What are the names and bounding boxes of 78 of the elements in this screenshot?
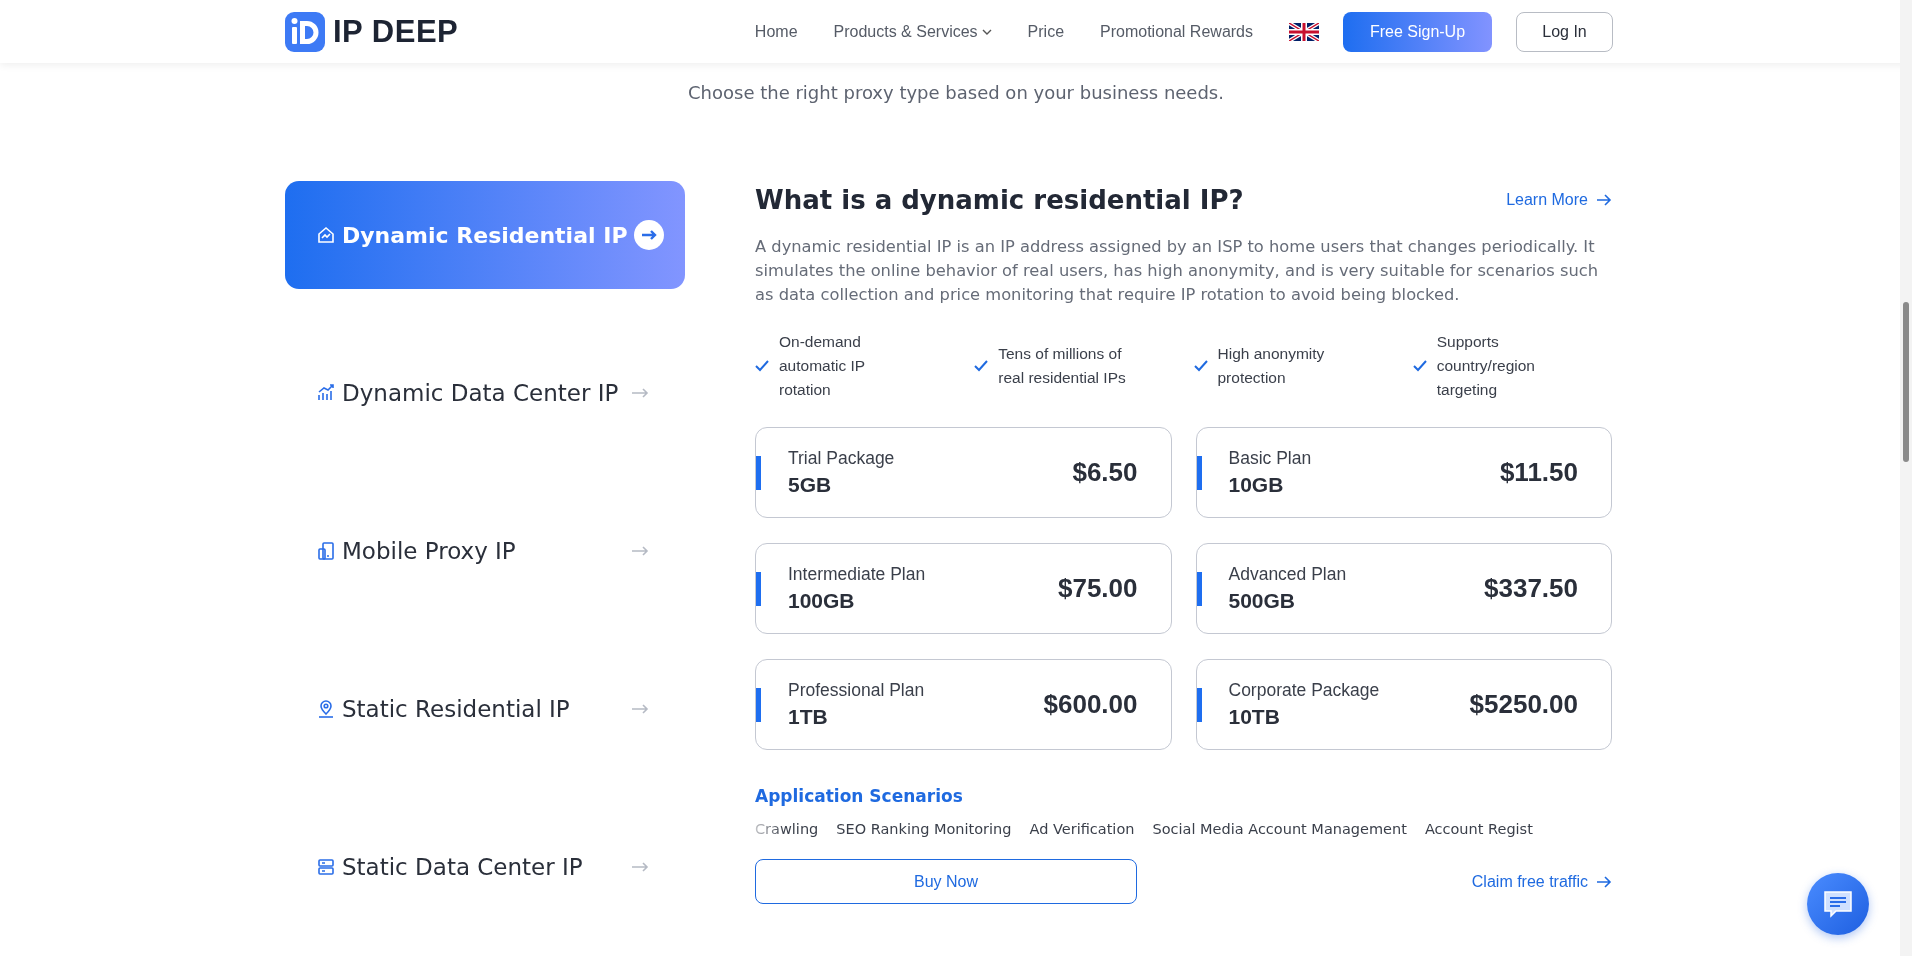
sign-up-button[interactable]: Free Sign-Up <box>1343 11 1492 52</box>
plan-price: $600.00 <box>1043 689 1138 720</box>
description-text: A dynamic residential IP is an IP address assigned by an ISP to home users that changes periodically. It simulates the online behavior of real users, has high anonymity, and is very suitable for scenarios such as data collection and price monitoring that require IP rotation to avoid being blocked. <box>755 236 1600 306</box>
scenario-label: Crawling <box>755 821 819 837</box>
plan-card[interactable]: Advanced Plan 500GB $337.50 <box>1195 543 1612 634</box>
nav-dropdown[interactable]: Products & Services <box>833 22 992 41</box>
plan-card[interactable]: Trial Package 5GB $6.50 <box>755 427 1172 518</box>
nav-link[interactable]: Promotional Rewards <box>1100 22 1253 41</box>
feature-text: Tens of millions of real residential IPs <box>998 344 1127 388</box>
chat-button[interactable] <box>1807 873 1869 935</box>
nav-link[interactable]: Price <box>1027 22 1065 41</box>
plan-amount: 5GB <box>788 473 833 497</box>
plan-card[interactable]: Basic Plan 10GB $11.50 <box>1195 427 1612 518</box>
tab-label: Dynamic Residential IP <box>342 222 628 248</box>
plan-name: Trial Package <box>788 448 895 469</box>
location-pin-icon <box>316 699 336 719</box>
learn-more-link[interactable]: Learn More <box>1506 191 1612 209</box>
plan-amount: 1TB <box>788 705 829 729</box>
feature-text: On-demand automatic IP rotation <box>779 332 866 400</box>
arrow-icon <box>1596 875 1612 888</box>
tab-label: Mobile Proxy IP <box>342 538 516 564</box>
buy-now-button[interactable]: Buy Now <box>755 859 1137 904</box>
proxy-type-tab[interactable]: Static Data Center IP <box>285 813 685 921</box>
plan-price: $11.50 <box>1499 457 1578 488</box>
plan-amount: 10TB <box>1228 705 1281 729</box>
section-title: What is a dynamic residential IP? <box>755 185 1244 215</box>
chat-icon <box>1822 889 1854 919</box>
check-icon <box>974 360 989 372</box>
plan-card[interactable]: Corporate Package 10TB $5250.00 <box>1195 659 1612 750</box>
phone-icon <box>316 541 336 561</box>
proxy-type-tab[interactable]: Dynamic Data Center IP <box>285 339 685 447</box>
plan-name: Basic Plan <box>1228 448 1312 469</box>
tab-label: Static Residential IP <box>342 696 570 722</box>
plan-price: $5250.00 <box>1469 689 1578 720</box>
scenario-label: Social Media Account Management <box>1152 821 1407 837</box>
arrow-icon <box>631 862 649 872</box>
proxy-type-tab[interactable]: Static Residential IP <box>285 655 685 763</box>
logo-text[interactable]: IP DEEP <box>333 13 459 50</box>
plan-price: $75.00 <box>1057 573 1138 604</box>
log-in-button[interactable]: Log In <box>1516 11 1613 52</box>
caret-icon <box>981 28 992 35</box>
scenario-label: Ad Verification <box>1029 821 1135 837</box>
claim-traffic-link[interactable]: Claim free traffic <box>1471 872 1612 891</box>
section-subtitle: Choose the right proxy type based on your business needs. <box>687 82 1225 103</box>
arrow-icon <box>631 704 649 714</box>
flag-icon[interactable] <box>1289 22 1319 41</box>
plan-name: Advanced Plan <box>1228 564 1347 585</box>
plan-name: Intermediate Plan <box>788 564 926 585</box>
tab-label: Static Data Center IP <box>342 854 583 880</box>
plan-price: $6.50 <box>1072 457 1138 488</box>
feature-text: High anonymity protection <box>1217 344 1326 388</box>
plan-amount: 10GB <box>1228 473 1285 497</box>
arrow-icon <box>1596 194 1612 206</box>
server-icon <box>316 857 336 877</box>
logo-icon[interactable] <box>285 11 325 52</box>
check-icon <box>1193 360 1208 372</box>
scrollbar[interactable] <box>1900 0 1912 956</box>
proxy-type-tab[interactable]: Mobile Proxy IP <box>285 497 685 605</box>
plan-card[interactable]: Professional Plan 1TB $600.00 <box>755 659 1172 750</box>
plan-amount: 500GB <box>1228 589 1297 613</box>
arrow-circle-icon <box>633 220 664 250</box>
check-icon <box>1412 360 1427 372</box>
scenario-label: Account Regist <box>1424 821 1533 837</box>
check-icon <box>755 360 769 372</box>
plan-card[interactable]: Intermediate Plan 100GB $75.00 <box>755 543 1172 634</box>
plan-amount: 100GB <box>788 589 856 613</box>
plan-name: Professional Plan <box>788 680 925 701</box>
arrow-icon <box>631 388 649 398</box>
scenario-label: SEO Ranking Monitoring <box>836 821 1012 837</box>
scenarios-heading: Application Scenarios <box>755 786 964 806</box>
plan-name: Corporate Package <box>1228 680 1380 701</box>
feature-text: Supports country/region targeting <box>1436 332 1536 400</box>
nav-link[interactable]: Home <box>754 22 798 41</box>
house-icon <box>316 225 336 245</box>
bar-chart-icon <box>316 383 336 403</box>
tab-label: Dynamic Data Center IP <box>342 380 619 406</box>
arrow-icon <box>631 546 649 556</box>
plan-price: $337.50 <box>1484 573 1578 604</box>
